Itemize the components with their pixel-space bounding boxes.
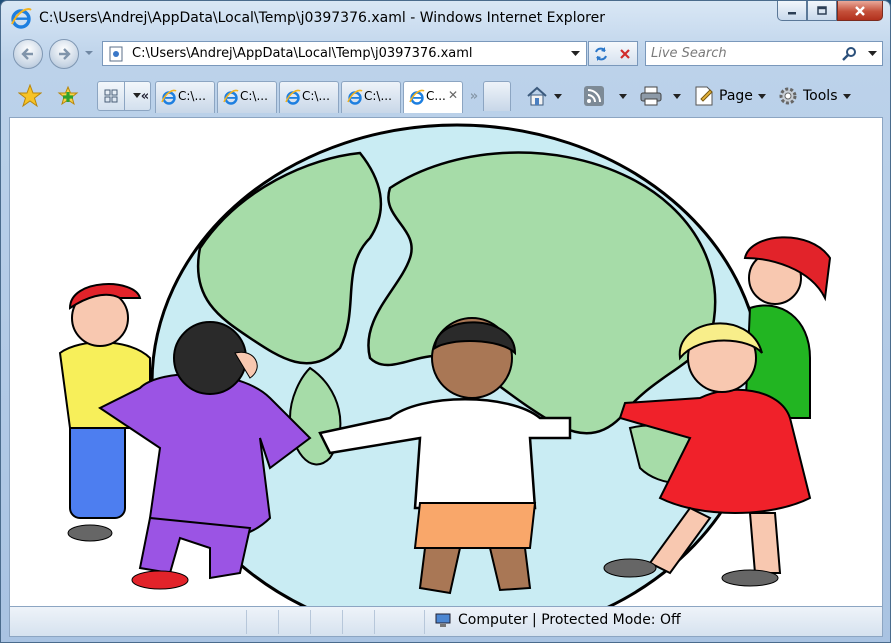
status-divider	[374, 610, 375, 634]
gear-icon	[779, 87, 797, 105]
window-title: C:\Users\Andrej\AppData\Local\Temp\j0397…	[39, 10, 605, 26]
close-button[interactable]	[837, 1, 883, 21]
status-divider	[310, 610, 311, 634]
add-to-favorites-button[interactable]	[55, 83, 81, 109]
tools-menu-label: Tools	[803, 88, 838, 104]
minimize-icon	[788, 11, 796, 14]
forward-arrow-icon	[59, 48, 71, 60]
print-dropdown-icon[interactable]	[673, 93, 681, 99]
security-zone[interactable]: Computer | Protected Mode: Off	[434, 612, 681, 628]
page-menu-button[interactable]: Page	[693, 83, 766, 109]
favorites-center-button[interactable]	[17, 83, 43, 109]
tab-label: C:\...	[302, 89, 330, 103]
ie-tab-icon	[223, 89, 239, 105]
print-button[interactable]	[639, 83, 681, 109]
search-placeholder: Live Search	[651, 46, 727, 61]
refresh-button[interactable]	[589, 42, 613, 65]
recent-pages-dropdown-icon[interactable]	[85, 49, 93, 57]
feeds-dropdown-icon[interactable]	[619, 93, 627, 99]
home-button[interactable]	[525, 83, 562, 109]
ie-logo-icon	[11, 8, 32, 29]
tab-label: C:\...	[240, 89, 268, 103]
status-divider	[278, 610, 279, 634]
ie-tab-icon	[285, 89, 301, 105]
forward-button[interactable]	[49, 39, 79, 69]
search-icon[interactable]	[842, 46, 858, 62]
tab-and-command-bar: « C:\... C:\... C:\... C:\... C... ✕ » P…	[9, 77, 882, 115]
tab-label: C:\...	[364, 89, 392, 103]
search-options-dropdown-icon[interactable]	[868, 51, 877, 57]
status-bar: Computer | Protected Mode: Off	[9, 607, 883, 637]
address-bar[interactable]: C:\Users\Andrej\AppData\Local\Temp\j0397…	[102, 41, 587, 66]
status-divider	[342, 610, 343, 634]
child-green-shirt	[743, 236, 832, 419]
browser-tab-4[interactable]: C:\...	[341, 81, 401, 113]
refresh-icon	[595, 46, 607, 61]
tab-label: C...	[426, 89, 446, 103]
back-arrow-icon	[21, 48, 33, 60]
title-bar[interactable]: C:\Users\Andrej\AppData\Local\Temp\j0397…	[1, 1, 890, 34]
rss-feed-icon	[584, 86, 604, 106]
browser-tab-2[interactable]: C:\...	[217, 81, 277, 113]
quick-tabs-button[interactable]	[98, 82, 125, 110]
new-tab-button[interactable]	[483, 81, 511, 111]
printer-icon	[640, 86, 662, 106]
back-button[interactable]	[13, 39, 43, 69]
page-icon	[109, 46, 123, 62]
minimize-button[interactable]	[777, 1, 807, 21]
page-dropdown-icon	[757, 93, 766, 99]
navigation-bar: C:\Users\Andrej\AppData\Local\Temp\j0397…	[1, 37, 890, 71]
quick-tabs-icon	[104, 89, 118, 103]
tools-menu-button[interactable]: Tools	[777, 83, 851, 109]
address-dropdown-icon[interactable]	[571, 51, 580, 57]
maximize-icon	[817, 5, 827, 15]
maximize-button[interactable]	[807, 1, 837, 21]
tools-dropdown-icon	[842, 93, 851, 99]
favorites-star-icon	[18, 84, 42, 108]
browser-tab-active[interactable]: C... ✕	[403, 81, 463, 113]
page-content	[9, 117, 883, 607]
computer-zone-icon	[435, 613, 451, 627]
scroll-tabs-right-button[interactable]: »	[465, 81, 483, 111]
home-icon	[527, 86, 547, 106]
ie-tab-icon	[347, 89, 363, 105]
children-around-globe-clipart	[58, 123, 832, 606]
page-menu-icon	[695, 86, 713, 106]
home-dropdown-icon[interactable]	[554, 93, 562, 99]
zone-text: Computer | Protected Mode: Off	[458, 612, 681, 628]
close-icon	[855, 5, 865, 16]
browser-window: C:\Users\Andrej\AppData\Local\Temp\j0397…	[0, 0, 891, 643]
stop-button[interactable]	[613, 42, 637, 65]
ie-tab-icon	[409, 89, 425, 105]
browser-tab-3[interactable]: C:\...	[279, 81, 339, 113]
stop-icon	[620, 48, 630, 59]
address-tools	[588, 41, 638, 66]
scroll-tabs-left-button[interactable]: «	[135, 81, 155, 111]
browser-tab-1[interactable]: C:\...	[155, 81, 215, 113]
address-url: C:\Users\Andrej\AppData\Local\Temp\j0397…	[132, 46, 473, 61]
feeds-button[interactable]	[583, 83, 627, 109]
status-divider	[246, 610, 247, 634]
ie-tab-icon	[161, 89, 177, 105]
close-tab-icon[interactable]: ✕	[448, 88, 458, 102]
tab-label: C:\...	[178, 89, 206, 103]
page-menu-label: Page	[719, 88, 753, 104]
add-favorite-icon	[57, 85, 79, 106]
status-divider	[424, 610, 425, 634]
search-box[interactable]: Live Search	[645, 41, 883, 66]
caption-buttons	[777, 1, 883, 21]
